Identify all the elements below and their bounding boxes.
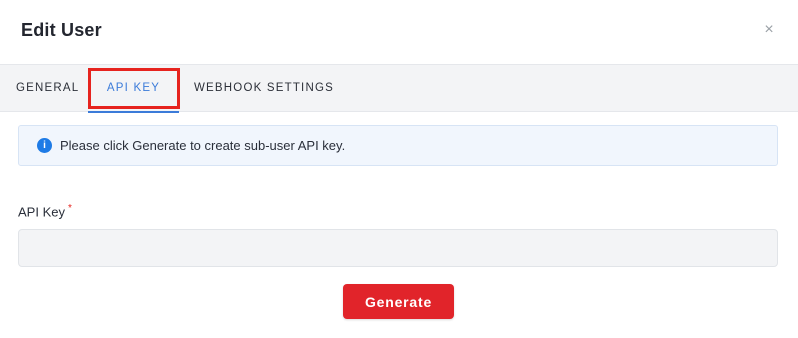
info-icon: i	[37, 138, 52, 153]
tab-api-key-label: API KEY	[106, 82, 161, 94]
tab-general[interactable]: GENERAL	[16, 65, 79, 112]
api-key-field[interactable]	[18, 229, 778, 267]
required-asterisk: *	[67, 203, 72, 214]
modal-header: Edit User ×	[0, 0, 798, 64]
active-tab-indicator	[88, 111, 179, 113]
api-key-label: API Key *	[18, 203, 72, 219]
close-icon[interactable]: ×	[762, 22, 776, 38]
tab-webhook-settings[interactable]: WEBHOOK SETTINGS	[194, 65, 334, 112]
tab-bar: GENERAL API KEY WEBHOOK SETTINGS	[0, 64, 798, 113]
modal-title: Edit User	[21, 20, 102, 40]
info-message: Please click Generate to create sub-user…	[60, 138, 346, 153]
api-key-label-text: API Key	[18, 204, 65, 220]
generate-button[interactable]: Generate	[343, 284, 454, 319]
info-alert: i Please click Generate to create sub-us…	[18, 125, 778, 166]
tab-api-key[interactable]: API KEY	[88, 65, 179, 113]
edit-user-modal: Edit User × GENERAL API KEY WEBHOOK SETT…	[0, 0, 798, 338]
